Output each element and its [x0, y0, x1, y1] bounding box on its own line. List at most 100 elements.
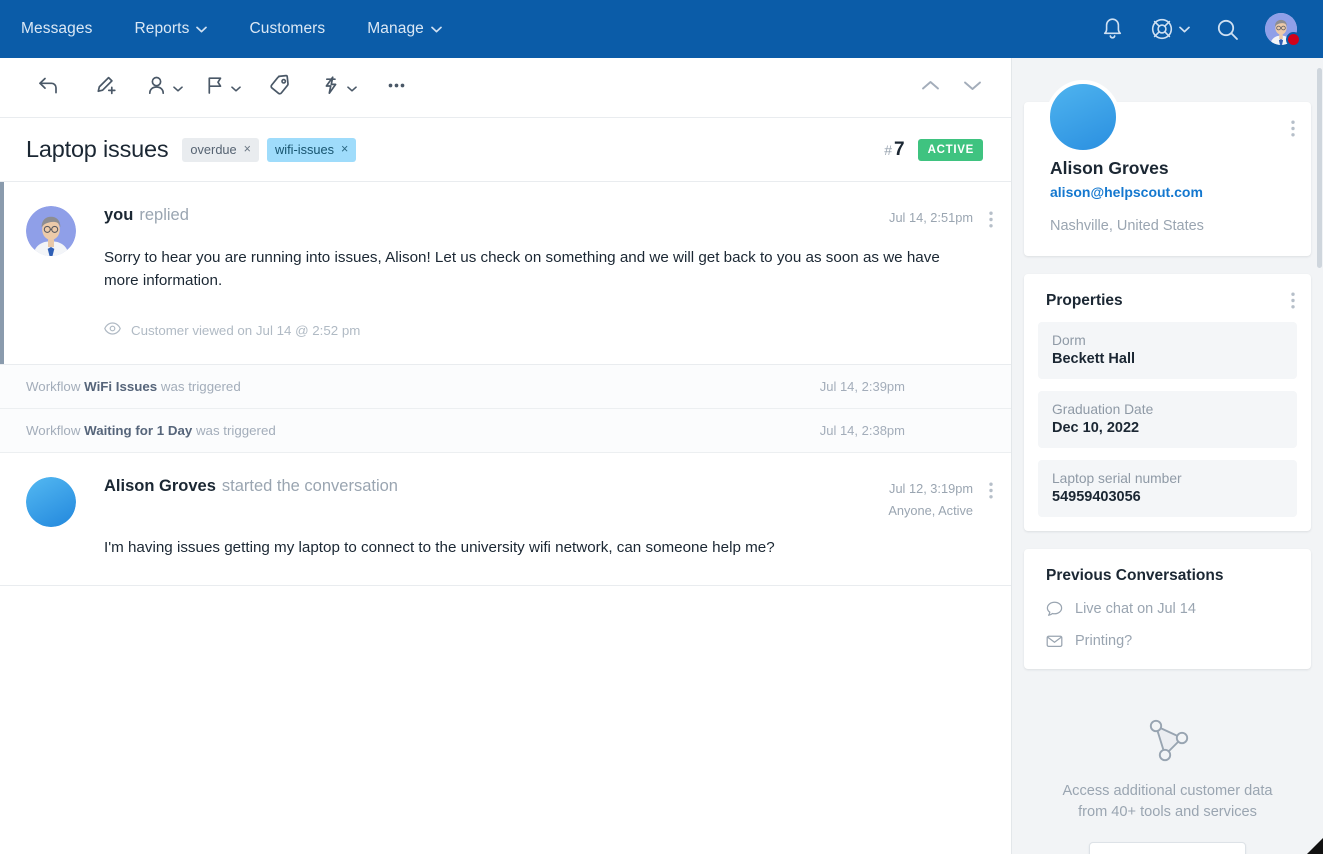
message-options-button[interactable]: [989, 481, 993, 499]
previous-conversation-button[interactable]: [915, 73, 945, 103]
reply-button[interactable]: [22, 67, 74, 109]
workflow-timestamp: Jul 14, 2:38pm: [819, 423, 905, 439]
previous-conversation-item[interactable]: Printing?: [1038, 633, 1297, 649]
apps-promo-line-1: Access additional customer data: [1062, 783, 1273, 799]
conversation-pane: Laptop issues overdue × wifi-issues × #7: [0, 58, 1011, 854]
chat-bubble-icon: [1046, 601, 1063, 617]
flag-icon: [203, 73, 228, 103]
message-times: Jul 14, 2:51pm: [889, 210, 973, 225]
message-options-button[interactable]: [989, 210, 993, 228]
chevron-up-icon: [921, 79, 940, 97]
tag-button[interactable]: [254, 67, 306, 109]
close-icon[interactable]: ×: [341, 142, 348, 156]
message-timestamp: Jul 12, 3:19pm: [889, 481, 973, 497]
hash-symbol: #: [884, 141, 893, 158]
more-actions-button[interactable]: [370, 67, 422, 109]
eye-icon: [104, 322, 121, 338]
person-add-icon: [145, 73, 170, 103]
property-value: Beckett Hall: [1052, 351, 1136, 367]
tag-overdue[interactable]: overdue ×: [182, 137, 259, 162]
subject-row: Laptop issues overdue × wifi-issues × #7: [0, 118, 1011, 181]
viewed-text: Customer viewed on Jul 14 @ 2:52 pm: [131, 322, 361, 338]
avatar: [26, 477, 76, 528]
action-toolbar: [0, 58, 1011, 118]
reply-arrow-icon: [36, 73, 61, 103]
property-value: 54959403056: [1052, 489, 1141, 505]
apps-promo-block: Access additional customer data from 40+…: [1024, 703, 1311, 854]
nav-item-label: Customers: [249, 20, 326, 37]
top-navigation-bar: Messages Reports Customers Manage: [0, 0, 1323, 58]
workflow-event-row: Workflow Waiting for 1 Day was triggered…: [0, 409, 1011, 454]
nav-item-manage[interactable]: Manage: [346, 0, 463, 58]
status-button[interactable]: [196, 67, 248, 109]
message-thread: you replied Jul 14, 2:51pm Sorry to hear…: [0, 181, 1011, 854]
workflow-name: Waiting for 1 Day: [84, 423, 193, 439]
network-nodes-icon: [1042, 717, 1293, 763]
sidebar-scroll-area: Alison Groves alison@helpscout.com Nashv…: [1012, 58, 1323, 854]
top-nav-actions: [1101, 13, 1301, 47]
thread-navigation: [915, 73, 993, 103]
workflow-prefix: Workflow: [26, 379, 81, 395]
message-author: you: [104, 206, 134, 224]
previous-conversation-label: Live chat on Jul 14: [1075, 601, 1196, 617]
sidebar-scrollbar[interactable]: [1317, 68, 1322, 268]
workflow-text: Workflow WiFi Issues was triggered: [26, 379, 241, 394]
help-menu-button[interactable]: [1150, 17, 1190, 41]
message-header: Alison Groves started the conversation J…: [104, 477, 993, 518]
property-label: Graduation Date: [1052, 402, 1154, 417]
lightning-bolt-icon: [319, 73, 344, 103]
top-nav-links: Messages Reports Customers Manage: [0, 0, 463, 58]
property-laptop-serial-number[interactable]: Laptop serial number 54959403056: [1038, 460, 1297, 517]
message-action: started the conversation: [221, 477, 398, 496]
properties-title: Properties: [1046, 292, 1123, 309]
property-dorm[interactable]: Dorm Beckett Hall: [1038, 322, 1297, 379]
tag-icon: [268, 73, 293, 103]
next-conversation-button[interactable]: [957, 73, 987, 103]
customer-email[interactable]: alison@helpscout.com: [1050, 184, 1289, 200]
message-action: replied: [139, 206, 189, 224]
pencil-plus-icon: [94, 73, 119, 103]
message-content: Alison Groves started the conversation J…: [104, 477, 993, 559]
apps-promo-line-2: from 40+ tools and services: [1078, 803, 1257, 820]
add-note-button[interactable]: [80, 67, 132, 109]
workflow-button[interactable]: [312, 67, 364, 109]
tag-list: overdue × wifi-issues ×: [182, 137, 357, 162]
status-badge[interactable]: ACTIVE: [917, 138, 983, 161]
customer-block: Alison Groves alison@helpscout.com Nashv…: [1024, 58, 1311, 256]
ellipsis-icon: [384, 73, 409, 103]
customer-avatar[interactable]: [1046, 80, 1120, 154]
page-title[interactable]: Laptop issues: [26, 136, 169, 163]
nav-item-messages[interactable]: Messages: [0, 0, 113, 58]
customer-options-button[interactable]: [1291, 120, 1295, 142]
app-root: Messages Reports Customers Manage Laptop…: [0, 0, 1323, 854]
message-times: Jul 12, 3:19pm Anyone, Active: [888, 481, 973, 518]
body-split: Laptop issues overdue × wifi-issues × #7: [0, 58, 1323, 854]
properties-options-button[interactable]: [1291, 292, 1295, 314]
close-icon[interactable]: ×: [244, 142, 251, 156]
nav-item-customers[interactable]: Customers: [228, 0, 346, 58]
search-icon[interactable]: [1216, 18, 1239, 41]
property-graduation-date[interactable]: Graduation Date Dec 10, 2022: [1038, 391, 1297, 448]
avatar[interactable]: [1265, 13, 1301, 47]
workflow-timestamp: Jul 14, 2:39pm: [819, 379, 905, 395]
ticket-number-value: 7: [894, 138, 905, 160]
message-content: you replied Jul 14, 2:51pm Sorry to hear…: [104, 206, 993, 338]
customer-name: Alison Groves: [1050, 158, 1169, 178]
chevron-down-icon: [963, 79, 982, 97]
message-body: I'm having issues getting my laptop to c…: [104, 539, 775, 557]
nav-item-reports[interactable]: Reports: [113, 0, 228, 58]
message-meta: Jul 12, 3:19pm Anyone, Active: [888, 477, 993, 518]
previous-conversation-item[interactable]: Live chat on Jul 14: [1038, 601, 1297, 617]
browse-apps-button[interactable]: Browse Apps: [1089, 842, 1246, 854]
message-body: Sorry to hear you are running into issue…: [104, 249, 940, 290]
lifebuoy-icon: [1150, 17, 1174, 41]
avatar: [26, 206, 76, 256]
assign-button[interactable]: [138, 67, 190, 109]
viewed-status: Customer viewed on Jul 14 @ 2:52 pm: [104, 322, 993, 338]
bell-icon[interactable]: [1101, 17, 1124, 42]
previous-conversation-label: Printing?: [1075, 633, 1133, 649]
chevron-down-icon: [431, 26, 442, 33]
tag-wifi-issues[interactable]: wifi-issues ×: [266, 137, 357, 162]
thread-message: you replied Jul 14, 2:51pm Sorry to hear…: [0, 182, 1011, 366]
chevron-down-icon: [347, 79, 357, 97]
